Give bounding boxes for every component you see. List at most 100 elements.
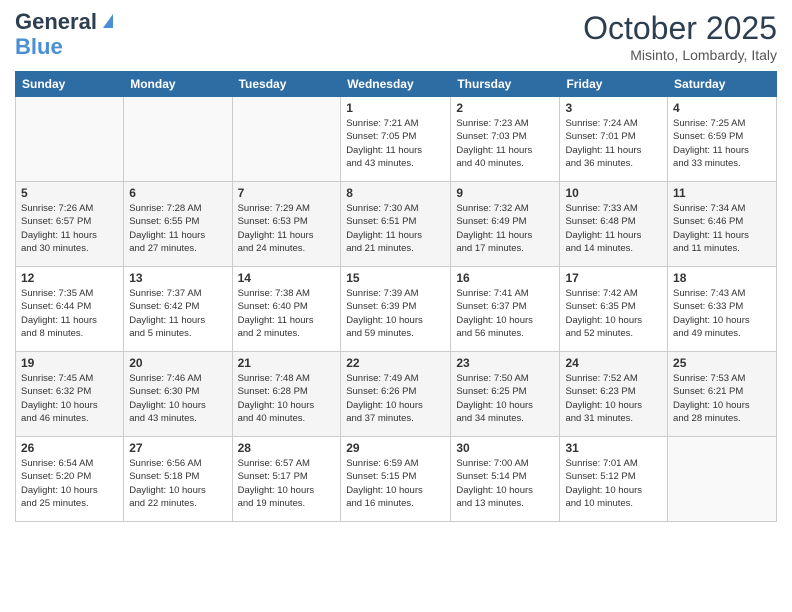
calendar-cell: 4 Sunrise: 7:25 AM Sunset: 6:59 PM Daylig… (668, 97, 777, 182)
day-number: 30 (456, 441, 554, 455)
day-info: Sunrise: 7:37 AM Sunset: 6:42 PM Dayligh… (129, 287, 226, 340)
logo-text: General Blue (15, 10, 117, 59)
day-info: Sunrise: 7:35 AM Sunset: 6:44 PM Dayligh… (21, 287, 118, 340)
calendar-cell: 7 Sunrise: 7:29 AM Sunset: 6:53 PM Daylig… (232, 182, 341, 267)
day-info: Sunrise: 7:48 AM Sunset: 6:28 PM Dayligh… (238, 372, 336, 425)
day-number: 5 (21, 186, 118, 200)
day-info: Sunrise: 7:50 AM Sunset: 6:25 PM Dayligh… (456, 372, 554, 425)
calendar-cell: 20Sunrise: 7:46 AM Sunset: 6:30 PM Dayli… (124, 352, 232, 437)
day-info: Sunrise: 7:34 AM Sunset: 6:46 PM Dayligh… (673, 202, 771, 255)
calendar-cell (232, 97, 341, 182)
day-number: 14 (238, 271, 336, 285)
day-info: Sunrise: 7:23 AM Sunset: 7:03 PM Dayligh… (456, 117, 554, 170)
calendar-cell: 29 Sunrise: 6:59 AM Sunset: 5:15 PM Dayli… (341, 437, 451, 522)
day-number: 7 (238, 186, 336, 200)
calendar-cell: 27 Sunrise: 6:56 AM Sunset: 5:18 PM Dayli… (124, 437, 232, 522)
calendar-cell: 22 Sunrise: 7:49 AM Sunset: 6:26 PM Dayli… (341, 352, 451, 437)
calendar-week-4: 19 Sunrise: 7:45 AM Sunset: 6:32 PM Dayli… (16, 352, 777, 437)
day-number: 15 (346, 271, 445, 285)
day-info: Sunrise: 6:57 AM Sunset: 5:17 PM Dayligh… (238, 457, 336, 510)
calendar-cell: 5Sunrise: 7:26 AM Sunset: 6:57 PM Daylig… (16, 182, 124, 267)
calendar-cell: 31 Sunrise: 7:01 AM Sunset: 5:12 PM Dayli… (560, 437, 668, 522)
calendar-cell: 14 Sunrise: 7:38 AM Sunset: 6:40 PM Dayli… (232, 267, 341, 352)
day-number: 21 (238, 356, 336, 370)
day-info: Sunrise: 6:59 AM Sunset: 5:15 PM Dayligh… (346, 457, 445, 510)
logo-general: General (15, 9, 97, 34)
calendar-cell (668, 437, 777, 522)
day-info: Sunrise: 7:29 AM Sunset: 6:53 PM Dayligh… (238, 202, 336, 255)
calendar-cell: 13 Sunrise: 7:37 AM Sunset: 6:42 PM Dayli… (124, 267, 232, 352)
calendar-header-row: SundayMondayTuesdayWednesdayThursdayFrid… (16, 72, 777, 97)
calendar-cell: 18 Sunrise: 7:43 AM Sunset: 6:33 PM Dayli… (668, 267, 777, 352)
calendar-cell: 21 Sunrise: 7:48 AM Sunset: 6:28 PM Dayli… (232, 352, 341, 437)
day-info: Sunrise: 7:39 AM Sunset: 6:39 PM Dayligh… (346, 287, 445, 340)
day-info: Sunrise: 7:00 AM Sunset: 5:14 PM Dayligh… (456, 457, 554, 510)
day-number: 13 (129, 271, 226, 285)
day-number: 23 (456, 356, 554, 370)
day-number: 12 (21, 271, 118, 285)
calendar-cell: 26 Sunrise: 6:54 AM Sunset: 5:20 PM Dayli… (16, 437, 124, 522)
calendar-cell: 9Sunrise: 7:32 AM Sunset: 6:49 PM Daylig… (451, 182, 560, 267)
calendar-cell: 11 Sunrise: 7:34 AM Sunset: 6:46 PM Dayli… (668, 182, 777, 267)
day-info: Sunrise: 6:56 AM Sunset: 5:18 PM Dayligh… (129, 457, 226, 510)
calendar-cell: 24 Sunrise: 7:52 AM Sunset: 6:23 PM Dayli… (560, 352, 668, 437)
month-title: October 2025 (583, 10, 777, 47)
day-info: Sunrise: 7:28 AM Sunset: 6:55 PM Dayligh… (129, 202, 226, 255)
location: Misinto, Lombardy, Italy (583, 47, 777, 63)
day-info: Sunrise: 7:01 AM Sunset: 5:12 PM Dayligh… (565, 457, 662, 510)
day-number: 11 (673, 186, 771, 200)
day-number: 6 (129, 186, 226, 200)
day-number: 26 (21, 441, 118, 455)
day-number: 17 (565, 271, 662, 285)
day-number: 18 (673, 271, 771, 285)
day-number: 25 (673, 356, 771, 370)
day-info: Sunrise: 7:53 AM Sunset: 6:21 PM Dayligh… (673, 372, 771, 425)
day-number: 16 (456, 271, 554, 285)
day-number: 27 (129, 441, 226, 455)
calendar-week-2: 5Sunrise: 7:26 AM Sunset: 6:57 PM Daylig… (16, 182, 777, 267)
calendar-cell: 6 Sunrise: 7:28 AM Sunset: 6:55 PM Daylig… (124, 182, 232, 267)
day-header-tuesday: Tuesday (232, 72, 341, 97)
day-info: Sunrise: 7:45 AM Sunset: 6:32 PM Dayligh… (21, 372, 118, 425)
calendar-cell: 16 Sunrise: 7:41 AM Sunset: 6:37 PM Dayli… (451, 267, 560, 352)
calendar-week-1: 1Sunrise: 7:21 AM Sunset: 7:05 PM Daylig… (16, 97, 777, 182)
day-info: Sunrise: 7:38 AM Sunset: 6:40 PM Dayligh… (238, 287, 336, 340)
day-number: 29 (346, 441, 445, 455)
day-info: Sunrise: 7:41 AM Sunset: 6:37 PM Dayligh… (456, 287, 554, 340)
day-info: Sunrise: 7:43 AM Sunset: 6:33 PM Dayligh… (673, 287, 771, 340)
day-info: Sunrise: 7:30 AM Sunset: 6:51 PM Dayligh… (346, 202, 445, 255)
day-info: Sunrise: 7:25 AM Sunset: 6:59 PM Dayligh… (673, 117, 771, 170)
calendar-cell: 19 Sunrise: 7:45 AM Sunset: 6:32 PM Dayli… (16, 352, 124, 437)
day-header-saturday: Saturday (668, 72, 777, 97)
calendar-table: SundayMondayTuesdayWednesdayThursdayFrid… (15, 71, 777, 522)
day-info: Sunrise: 7:52 AM Sunset: 6:23 PM Dayligh… (565, 372, 662, 425)
day-info: Sunrise: 6:54 AM Sunset: 5:20 PM Dayligh… (21, 457, 118, 510)
header: General Blue October 2025 Misinto, Lomba… (15, 10, 777, 63)
calendar-cell: 23 Sunrise: 7:50 AM Sunset: 6:25 PM Dayli… (451, 352, 560, 437)
calendar-cell (124, 97, 232, 182)
day-number: 10 (565, 186, 662, 200)
day-number: 3 (565, 101, 662, 115)
calendar-cell: 8Sunrise: 7:30 AM Sunset: 6:51 PM Daylig… (341, 182, 451, 267)
day-number: 1 (346, 101, 445, 115)
day-number: 28 (238, 441, 336, 455)
day-info: Sunrise: 7:49 AM Sunset: 6:26 PM Dayligh… (346, 372, 445, 425)
calendar-cell: 2Sunrise: 7:23 AM Sunset: 7:03 PM Daylig… (451, 97, 560, 182)
day-info: Sunrise: 7:32 AM Sunset: 6:49 PM Dayligh… (456, 202, 554, 255)
day-header-sunday: Sunday (16, 72, 124, 97)
calendar-cell: 12 Sunrise: 7:35 AM Sunset: 6:44 PM Dayli… (16, 267, 124, 352)
calendar-cell: 17Sunrise: 7:42 AM Sunset: 6:35 PM Dayli… (560, 267, 668, 352)
day-number: 31 (565, 441, 662, 455)
day-info: Sunrise: 7:46 AM Sunset: 6:30 PM Dayligh… (129, 372, 226, 425)
page-container: General Blue October 2025 Misinto, Lomba… (0, 0, 792, 532)
calendar-cell: 1Sunrise: 7:21 AM Sunset: 7:05 PM Daylig… (341, 97, 451, 182)
day-number: 19 (21, 356, 118, 370)
calendar-cell: 25 Sunrise: 7:53 AM Sunset: 6:21 PM Dayli… (668, 352, 777, 437)
day-number: 24 (565, 356, 662, 370)
day-info: Sunrise: 7:33 AM Sunset: 6:48 PM Dayligh… (565, 202, 662, 255)
day-number: 22 (346, 356, 445, 370)
day-header-thursday: Thursday (451, 72, 560, 97)
calendar-cell: 28 Sunrise: 6:57 AM Sunset: 5:17 PM Dayli… (232, 437, 341, 522)
calendar-cell: 15 Sunrise: 7:39 AM Sunset: 6:39 PM Dayli… (341, 267, 451, 352)
day-number: 4 (673, 101, 771, 115)
